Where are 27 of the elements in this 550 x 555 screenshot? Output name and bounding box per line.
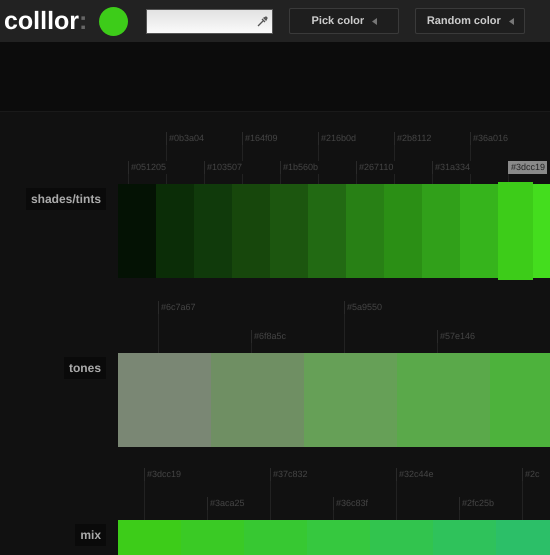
color-input-field[interactable] — [146, 8, 274, 34]
color-swatch[interactable] — [194, 184, 232, 278]
color-swatch[interactable] — [156, 184, 194, 278]
color-swatch[interactable] — [118, 353, 211, 447]
color-swatch[interactable] — [422, 184, 460, 278]
color-code-label[interactable]: #3dcc19 — [508, 161, 548, 174]
color-swatch[interactable] — [498, 182, 533, 280]
color-swatch[interactable] — [460, 184, 498, 278]
action-button[interactable]: Pick color — [289, 8, 400, 34]
color-swatch[interactable] — [308, 184, 346, 278]
logo-colon: : — [79, 8, 88, 34]
color-swatch[interactable] — [232, 184, 270, 278]
color-swatch[interactable] — [384, 184, 422, 278]
color-swatch[interactable] — [118, 184, 156, 278]
caret-icon — [372, 18, 378, 24]
color-swatch[interactable] — [270, 184, 308, 278]
logo-text: colllor — [4, 8, 80, 34]
action-button[interactable]: Random color — [415, 8, 526, 34]
color-swatch[interactable] — [304, 353, 397, 447]
caret-icon — [508, 18, 514, 24]
section-label: tones — [64, 357, 106, 379]
color-swatch[interactable] — [211, 353, 304, 447]
color-swatch[interactable] — [397, 353, 490, 447]
section-label: shades/tints — [26, 188, 106, 210]
color-swatch[interactable] — [346, 184, 384, 278]
eyedropper-icon — [257, 16, 268, 26]
section-label: mix — [75, 524, 106, 546]
